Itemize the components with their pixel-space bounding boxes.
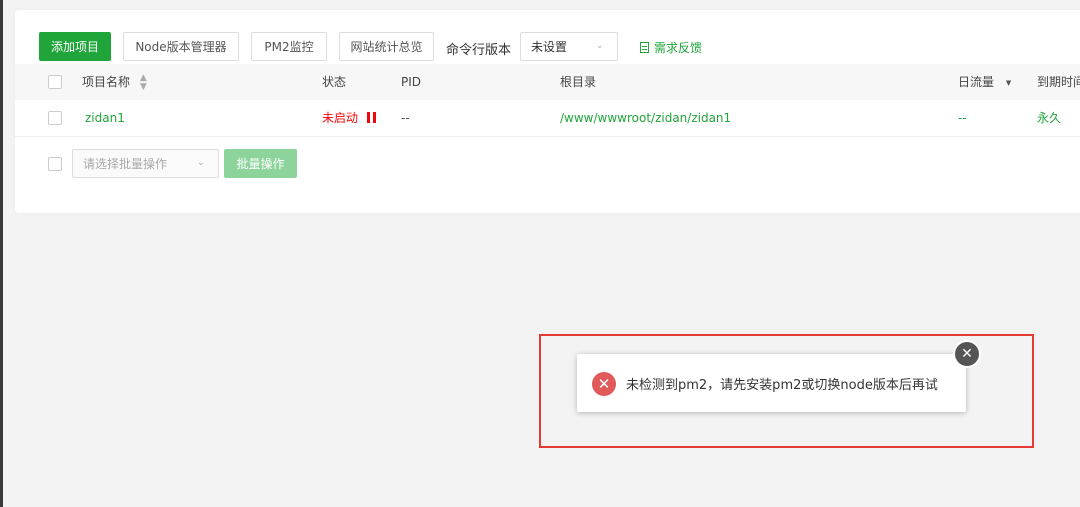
- pm2-monitor-button[interactable]: PM2监控: [251, 32, 327, 61]
- column-header-traffic-label: 日流量: [958, 75, 995, 89]
- node-version-manager-button[interactable]: Node版本管理器: [123, 32, 239, 61]
- project-pid: --: [401, 111, 410, 125]
- column-header-traffic[interactable]: 日流量 ▼: [958, 64, 1011, 100]
- column-header-status: 状态: [322, 75, 347, 89]
- project-traffic: --: [958, 111, 967, 125]
- toast-message: 未检测到pm2，请先安装pm2或切换node版本后再试: [626, 378, 938, 393]
- chevron-down-icon: ⌄: [197, 158, 205, 168]
- column-header-name[interactable]: 项目名称 ▲ ▼: [82, 64, 147, 100]
- select-all-checkbox[interactable]: [48, 75, 62, 89]
- pause-icon: [366, 112, 377, 123]
- column-header-root: 根目录: [560, 75, 597, 89]
- window-edge: [0, 0, 3, 507]
- batch-select-checkbox[interactable]: [48, 157, 62, 171]
- site-stats-button[interactable]: 网站统计总览: [339, 32, 434, 61]
- project-status[interactable]: 未启动: [322, 100, 377, 136]
- cmd-version-label: 命令行版本: [446, 43, 512, 58]
- table-header: 项目名称 ▲ ▼ 状态 PID 根目录 日流量 ▼ 到期时间: [15, 64, 1080, 101]
- error-icon: ✕: [592, 372, 616, 396]
- close-icon[interactable]: ✕: [955, 342, 979, 366]
- sort-indicator-icon: ▼: [1005, 78, 1012, 87]
- column-header-name-label: 项目名称: [82, 75, 131, 89]
- project-name-link[interactable]: zidan1: [85, 100, 125, 136]
- document-icon: [640, 42, 649, 53]
- sort-icon[interactable]: ▲ ▼: [140, 73, 147, 92]
- feedback-link[interactable]: 需求反馈: [640, 39, 702, 56]
- batch-operation-button[interactable]: 批量操作: [224, 149, 297, 178]
- table-row: zidan1 未启动 -- /www/wwwroot/zidan/zidan1 …: [15, 100, 1080, 137]
- column-header-pid: PID: [401, 75, 422, 89]
- cmd-version-value: 未设置: [531, 40, 568, 54]
- column-header-expire: 到期时间: [1037, 75, 1080, 89]
- cmd-version-select[interactable]: 未设置 ⌄: [520, 32, 618, 61]
- project-expire[interactable]: 永久: [1037, 100, 1061, 136]
- add-project-button[interactable]: 添加项目: [39, 32, 111, 61]
- feedback-label: 需求反馈: [654, 41, 703, 55]
- batch-operation-placeholder: 请选择批量操作: [83, 157, 168, 171]
- project-status-label: 未启动: [322, 111, 359, 125]
- chevron-down-icon: ⌄: [596, 41, 604, 51]
- error-toast: ✕ 未检测到pm2，请先安装pm2或切换node版本后再试: [577, 354, 966, 412]
- row-checkbox[interactable]: [48, 111, 62, 125]
- batch-operation-select[interactable]: 请选择批量操作 ⌄: [72, 149, 219, 178]
- project-root-link[interactable]: /www/wwwroot/zidan/zidan1: [560, 100, 731, 136]
